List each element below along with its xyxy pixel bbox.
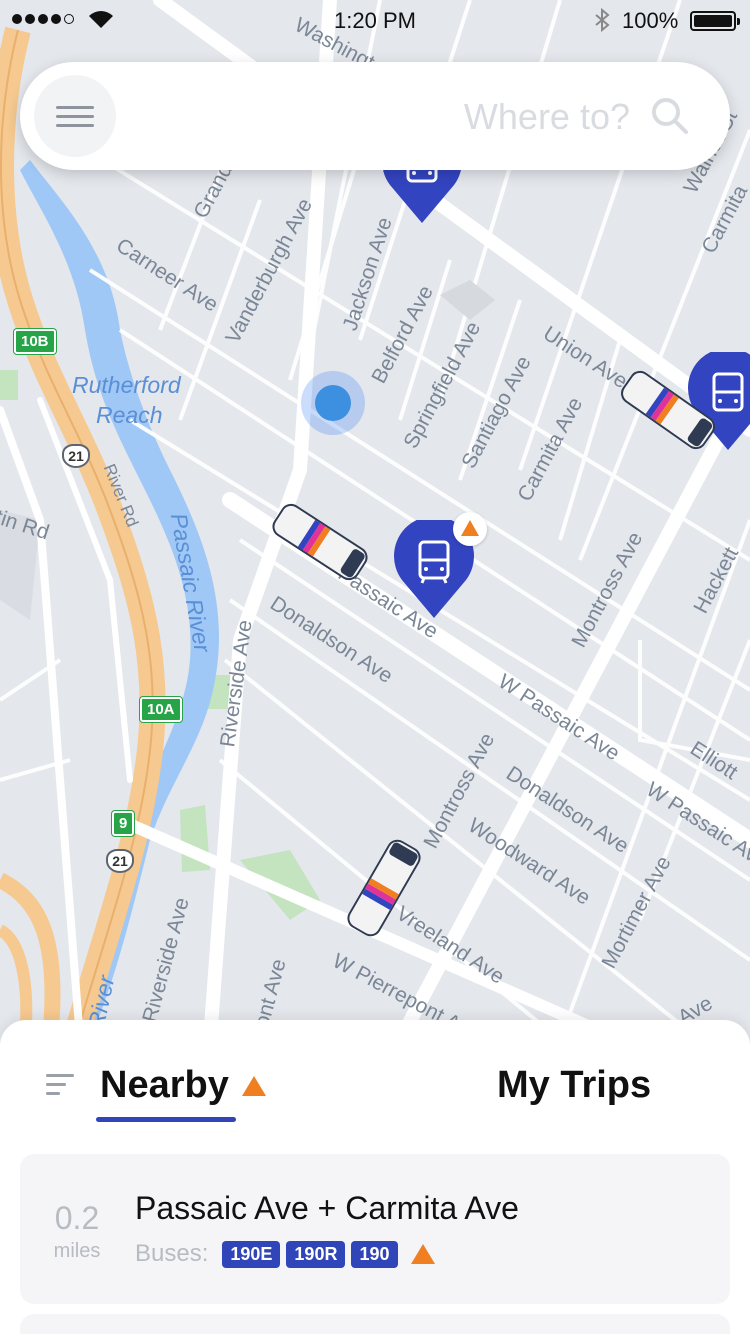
stop-card[interactable] <box>20 1314 730 1334</box>
stop-name: Passaic Ave + Carmita Ave <box>135 1190 519 1226</box>
water-label: Rutherford <box>72 372 181 398</box>
route-chip[interactable]: 190E <box>222 1240 281 1268</box>
status-bar: 1:20 PM 100% <box>0 0 750 40</box>
hamburger-icon[interactable] <box>34 75 116 157</box>
battery-icon <box>690 11 740 31</box>
stop-card[interactable]: 0.2 miles Passaic Ave + Carmita Ave Buse… <box>20 1154 730 1304</box>
search-bar[interactable]: Where to? <box>20 62 730 170</box>
buses-label: Buses: <box>135 1240 209 1267</box>
battery-percentage: 100% <box>622 8 679 33</box>
bluetooth-icon <box>595 8 610 32</box>
tab-nearby[interactable]: Nearby <box>100 1064 267 1107</box>
exit-sign: 9 <box>112 811 135 836</box>
water-label: Reach <box>96 402 163 428</box>
route-shield: 21 <box>106 849 134 873</box>
sort-icon[interactable] <box>46 1074 74 1098</box>
tab-nearby-label: Nearby <box>100 1064 229 1106</box>
stop-distance-unit: miles <box>53 1240 101 1262</box>
active-tab-indicator <box>96 1117 236 1122</box>
exit-sign: 10A <box>140 697 182 722</box>
warning-triangle-icon <box>410 1244 435 1264</box>
stop-distance: 0.2 <box>54 1200 100 1236</box>
tab-my-trips[interactable]: My Trips <box>497 1064 651 1107</box>
search-icon[interactable] <box>650 96 690 136</box>
route-chip[interactable]: 190 <box>351 1240 398 1268</box>
search-input[interactable]: Where to? <box>464 96 630 138</box>
bottom-sheet[interactable]: Nearby My Trips 0.2 miles Passaic Ave + … <box>0 1020 750 1334</box>
user-location-icon <box>301 371 365 435</box>
exit-sign: 10B <box>14 329 56 354</box>
warning-triangle-icon <box>453 512 487 546</box>
route-chip[interactable]: 190R <box>286 1240 346 1268</box>
stop-routes: Buses: 190E 190R 190 <box>135 1240 436 1268</box>
warning-triangle-icon <box>241 1075 266 1096</box>
route-shield: 21 <box>62 444 90 468</box>
